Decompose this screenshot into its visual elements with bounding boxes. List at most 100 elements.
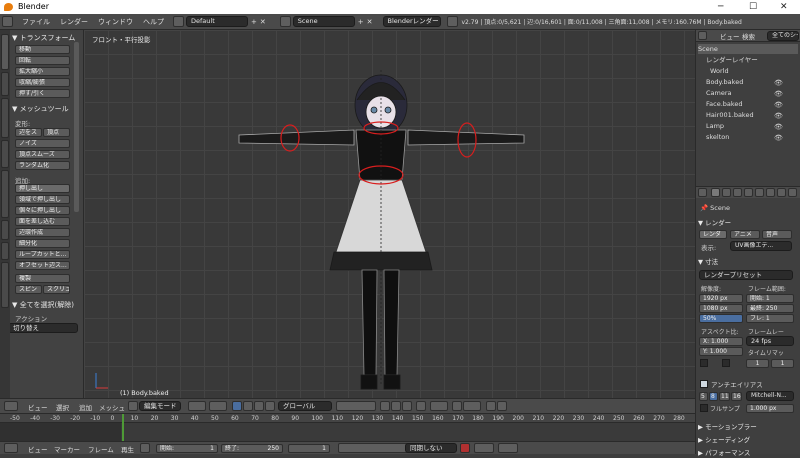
aa-samples-11[interactable]: 11 — [719, 392, 730, 401]
resolution-x-field[interactable]: 1920 px — [699, 294, 743, 303]
outliner-view-menu[interactable]: ビュー — [720, 31, 740, 41]
outliner-item-render-layers[interactable]: レンダーレイヤー — [706, 55, 758, 65]
spin-button[interactable]: スピン — [15, 285, 42, 294]
constraints-tab-icon[interactable] — [766, 188, 775, 197]
playback-controls[interactable] — [338, 443, 410, 453]
insert-keyframe-icon[interactable] — [498, 443, 518, 453]
outliner-item-hair[interactable]: Hair001.baked — [706, 110, 754, 120]
add-layout-icon[interactable]: + — [251, 18, 257, 26]
properties-editor-icon[interactable] — [698, 188, 707, 197]
tab-tools[interactable] — [1, 34, 9, 70]
minimize-button[interactable]: ─ — [718, 0, 723, 14]
mesh-tools-header[interactable]: ▼ メッシュツール — [12, 104, 69, 114]
outliner-editor-icon[interactable] — [698, 31, 707, 40]
render-panel-header[interactable]: ▼ レンダー — [698, 218, 799, 228]
frame-step-field[interactable]: フレ: 1 — [746, 314, 794, 323]
menu-window[interactable]: ウィンドウ — [93, 14, 138, 30]
outliner-item-scene[interactable]: Scene — [698, 44, 798, 54]
visibility-eye-icon[interactable]: 👁 👁 👁 👁 👁 👁 — [774, 78, 783, 144]
extrude-menu[interactable]: 押し出し — [15, 184, 70, 193]
edge-slide-button[interactable]: 辺をス — [15, 128, 42, 137]
full-sample-checkbox[interactable] — [700, 404, 708, 412]
render-engine-select[interactable]: Blenderレンダー — [382, 16, 441, 27]
scale-button[interactable]: 拡大縮小 — [15, 67, 70, 76]
add-menu[interactable]: 追加 — [79, 402, 92, 412]
viewport-shading-icon[interactable] — [188, 401, 206, 411]
end-frame-field[interactable]: 終了: 250 — [221, 444, 283, 453]
scale-manipulator-icon[interactable] — [265, 401, 275, 411]
timeline-view-menu[interactable]: ビュー — [28, 444, 48, 454]
editor-type-3dview-icon[interactable] — [4, 401, 18, 411]
aa-samples-16[interactable]: 16 — [731, 392, 742, 401]
tab-uv[interactable] — [1, 242, 9, 260]
add-scene-icon[interactable]: + — [358, 18, 364, 26]
face-select-icon[interactable] — [402, 401, 412, 411]
frame-end-field[interactable]: 最終: 250 — [746, 304, 794, 313]
maximize-button[interactable]: ☐ — [749, 0, 757, 14]
mode-select[interactable]: 編集モード — [139, 401, 181, 411]
screw-button[interactable]: スクリュ — [43, 285, 70, 294]
world-tab-icon[interactable] — [744, 188, 753, 197]
time-remap-old-field[interactable]: 1 — [746, 359, 769, 368]
pivot-point-icon[interactable] — [209, 401, 227, 411]
extrude-region-button[interactable]: 領域で押し出し — [15, 195, 70, 204]
duplicate-button[interactable]: 複製 — [15, 274, 70, 283]
anti-aliasing-header[interactable]: アンチエイリアス — [711, 379, 763, 389]
border-checkbox[interactable] — [700, 359, 708, 367]
time-remap-new-field[interactable]: 1 — [771, 359, 794, 368]
frame-ruler[interactable]: -50 -40 -30 -20 -10 0 10 20 30 40 50 60 70 80 90 100 110… — [0, 414, 695, 423]
tab-create[interactable] — [1, 72, 9, 96]
vertex-select-icon[interactable] — [380, 401, 390, 411]
outliner-item-camera[interactable]: Camera — [706, 88, 732, 98]
outliner-item-body[interactable]: Body.baked — [706, 77, 743, 87]
menu-render[interactable]: レンダー — [55, 14, 93, 30]
push-pull-button[interactable]: 押す/引く — [15, 89, 70, 98]
current-frame-cursor[interactable] — [122, 414, 124, 442]
rotate-manipulator-icon[interactable] — [254, 401, 264, 411]
layer-buttons[interactable] — [336, 401, 376, 411]
editor-type-timeline-icon[interactable] — [4, 443, 18, 453]
motion-blur-header[interactable]: ▶ モーションブラー — [698, 422, 799, 432]
edge-select-icon[interactable] — [391, 401, 401, 411]
proportional-edit-icon[interactable] — [430, 401, 448, 411]
audio-button[interactable]: 音声 — [762, 230, 792, 239]
pin-icon[interactable]: 📌 — [700, 204, 708, 212]
translate-manipulator-icon[interactable] — [243, 401, 253, 411]
playback-menu[interactable]: 再生 — [121, 444, 134, 454]
marker-menu[interactable]: マーカー — [54, 444, 80, 454]
scene-icon[interactable] — [279, 16, 291, 27]
crop-checkbox[interactable] — [722, 359, 730, 367]
transform-orientation-select[interactable]: グローバル — [278, 401, 332, 411]
translate-button[interactable]: 移動 — [15, 45, 70, 54]
opengl-animation-icon[interactable] — [497, 401, 507, 411]
select-menu[interactable]: 選択 — [56, 402, 69, 412]
scene-tab-icon[interactable] — [733, 188, 742, 197]
frame-menu[interactable]: フレーム — [88, 444, 114, 454]
view-menu[interactable]: ビュー — [28, 402, 48, 412]
preview-range-icon[interactable] — [140, 443, 150, 453]
resolution-y-field[interactable]: 1080 px — [699, 304, 743, 313]
close-button[interactable]: ✕ — [780, 0, 788, 14]
shrink-fatten-button[interactable]: 収縮/膨張 — [15, 78, 70, 87]
performance-header[interactable]: ▶ パフォーマンス — [698, 448, 799, 458]
rotate-button[interactable]: 回転 — [15, 56, 70, 65]
action-select[interactable]: 切り替え — [8, 323, 78, 333]
make-edge-face-button[interactable]: 辺環作成 — [15, 228, 70, 237]
object-tab-icon[interactable] — [755, 188, 764, 197]
editor-type-info-icon[interactable] — [2, 16, 13, 27]
resolution-percent-slider[interactable]: 50% — [699, 314, 743, 323]
inset-faces-button[interactable]: 面を差し込む — [15, 217, 70, 226]
render-tab-icon[interactable] — [711, 188, 720, 197]
shading-header[interactable]: ▶ シェーディング — [698, 435, 799, 445]
animation-button[interactable]: アニメ — [730, 230, 760, 239]
smooth-vertex-button[interactable]: 頂点スムーズ — [15, 150, 70, 159]
select-all-header[interactable]: ▼ 全てを選択(解除) — [12, 300, 74, 310]
start-frame-field[interactable]: 開始: 1 — [156, 444, 218, 453]
loop-cut-button[interactable]: ループカットと... — [15, 250, 70, 259]
frame-start-field[interactable]: 開始: 1 — [746, 294, 794, 303]
data-tab-icon[interactable] — [788, 188, 797, 197]
aa-filter-select[interactable]: Mitchell-N... — [746, 391, 794, 401]
modifiers-tab-icon[interactable] — [777, 188, 786, 197]
extrude-individual-button[interactable]: 個々に押し出し — [15, 206, 70, 215]
filter-size-field[interactable]: 1.000 px — [746, 404, 794, 413]
